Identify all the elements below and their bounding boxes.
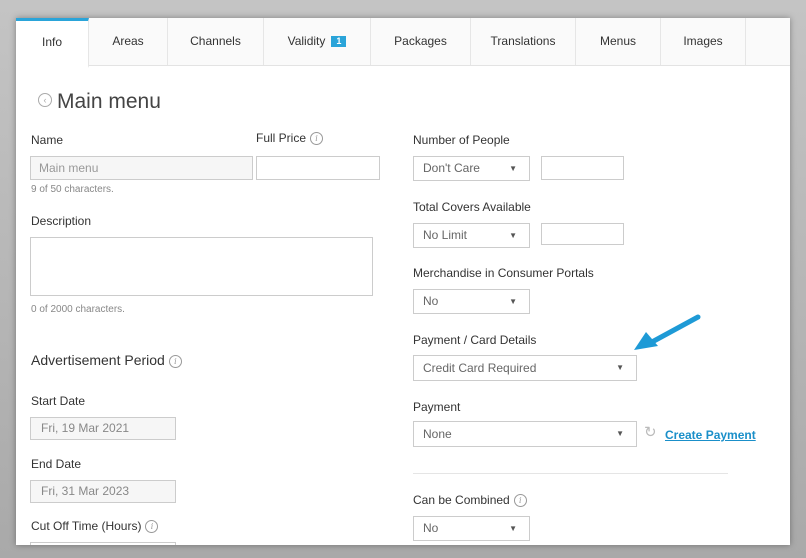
caret-down-icon: ▼ xyxy=(616,363,624,372)
number-of-people-label: Number of People xyxy=(413,133,510,147)
cutoff-time-label-text: Cut Off Time (Hours) xyxy=(31,519,142,533)
total-covers-label: Total Covers Available xyxy=(413,200,531,214)
tab-translations[interactable]: Translations xyxy=(471,18,576,65)
tab-label: Channels xyxy=(190,34,241,48)
description-label: Description xyxy=(31,214,92,228)
merchandise-label: Merchandise in Consumer Portals xyxy=(413,266,594,280)
validity-count-badge: 1 xyxy=(331,36,347,48)
caret-down-icon: ▼ xyxy=(509,164,517,173)
total-covers-select[interactable]: No Limit ▼ xyxy=(413,223,530,248)
advertisement-period-text: Advertisement Period xyxy=(31,352,165,368)
create-payment-link[interactable]: Create Payment xyxy=(665,428,756,442)
payment-label: Payment xyxy=(413,400,461,414)
payment-select[interactable]: None ▼ xyxy=(413,421,637,447)
refresh-icon[interactable]: ↻ xyxy=(644,423,657,441)
payment-card-label: Payment / Card Details xyxy=(413,333,537,347)
cutoff-time-input[interactable] xyxy=(30,542,176,545)
select-value: No Limit xyxy=(423,228,468,242)
tab-label: Translations xyxy=(490,34,556,48)
full-price-label: Full Price i xyxy=(256,131,324,146)
tab-packages[interactable]: Packages xyxy=(371,18,471,65)
advertisement-period-title: Advertisement Period i xyxy=(31,352,182,368)
select-value: Credit Card Required xyxy=(423,361,537,375)
select-value: None xyxy=(423,427,452,441)
start-date-input[interactable]: Fri, 19 Mar 2021 xyxy=(30,417,176,440)
cutoff-time-label: Cut Off Time (Hours) i xyxy=(31,519,159,534)
number-of-people-select[interactable]: Don't Care ▼ xyxy=(413,156,530,181)
select-value: No xyxy=(423,294,439,308)
full-price-input[interactable] xyxy=(256,156,380,180)
tab-label: Images xyxy=(683,34,723,48)
can-be-combined-select[interactable]: No ▼ xyxy=(413,516,530,541)
info-circle-icon[interactable]: i xyxy=(310,132,324,146)
name-input[interactable]: Main menu xyxy=(30,156,253,180)
can-be-combined-label-text: Can be Combined xyxy=(413,493,510,507)
tab-bar: Info Areas Channels Validity 1 Packages T… xyxy=(16,18,790,68)
select-value: No xyxy=(423,521,439,535)
full-price-label-text: Full Price xyxy=(256,131,307,145)
caret-down-icon: ▼ xyxy=(509,231,517,240)
back-circle-icon[interactable]: ‹ xyxy=(38,93,52,108)
tab-channels[interactable]: Channels xyxy=(168,18,264,65)
tab-validity[interactable]: Validity 1 xyxy=(264,18,371,65)
caret-down-icon: ▼ xyxy=(509,297,517,306)
info-circle-icon[interactable]: i xyxy=(168,354,182,368)
tab-label: Menus xyxy=(599,34,637,48)
name-char-count: 9 of 50 characters. xyxy=(31,184,114,195)
section-divider xyxy=(413,473,728,474)
end-date-label: End Date xyxy=(31,457,82,471)
can-be-combined-label: Can be Combined i xyxy=(413,493,527,508)
start-date-label: Start Date xyxy=(31,394,86,408)
info-circle-icon[interactable]: i xyxy=(513,494,527,508)
caret-down-icon: ▼ xyxy=(509,524,517,533)
tab-label: Areas xyxy=(112,34,144,48)
tab-images[interactable]: Images xyxy=(661,18,746,65)
tab-label: Validity xyxy=(287,34,326,48)
total-covers-input[interactable] xyxy=(541,223,624,245)
payment-card-select[interactable]: Credit Card Required ▼ xyxy=(413,355,637,381)
description-char-count: 0 of 2000 characters. xyxy=(31,304,125,315)
page-title: ‹ Main menu xyxy=(38,90,161,114)
tab-label: Info xyxy=(41,35,62,49)
name-label: Name xyxy=(31,133,64,147)
page-title-text: Main menu xyxy=(57,90,161,113)
number-of-people-input[interactable] xyxy=(541,156,624,180)
select-value: Don't Care xyxy=(423,161,480,175)
tab-info[interactable]: Info xyxy=(16,18,89,68)
callout-arrow-icon xyxy=(634,314,701,350)
info-circle-icon[interactable]: i xyxy=(145,520,159,534)
tab-menus[interactable]: Menus xyxy=(576,18,661,65)
end-date-input[interactable]: Fri, 31 Mar 2023 xyxy=(30,480,176,503)
caret-down-icon: ▼ xyxy=(616,429,624,438)
tab-areas[interactable]: Areas xyxy=(89,18,168,65)
editor-panel: Info Areas Channels Validity 1 Packages T… xyxy=(16,18,790,545)
merchandise-select[interactable]: No ▼ xyxy=(413,289,530,314)
tab-label: Packages xyxy=(394,34,447,48)
description-textarea[interactable] xyxy=(30,237,373,296)
